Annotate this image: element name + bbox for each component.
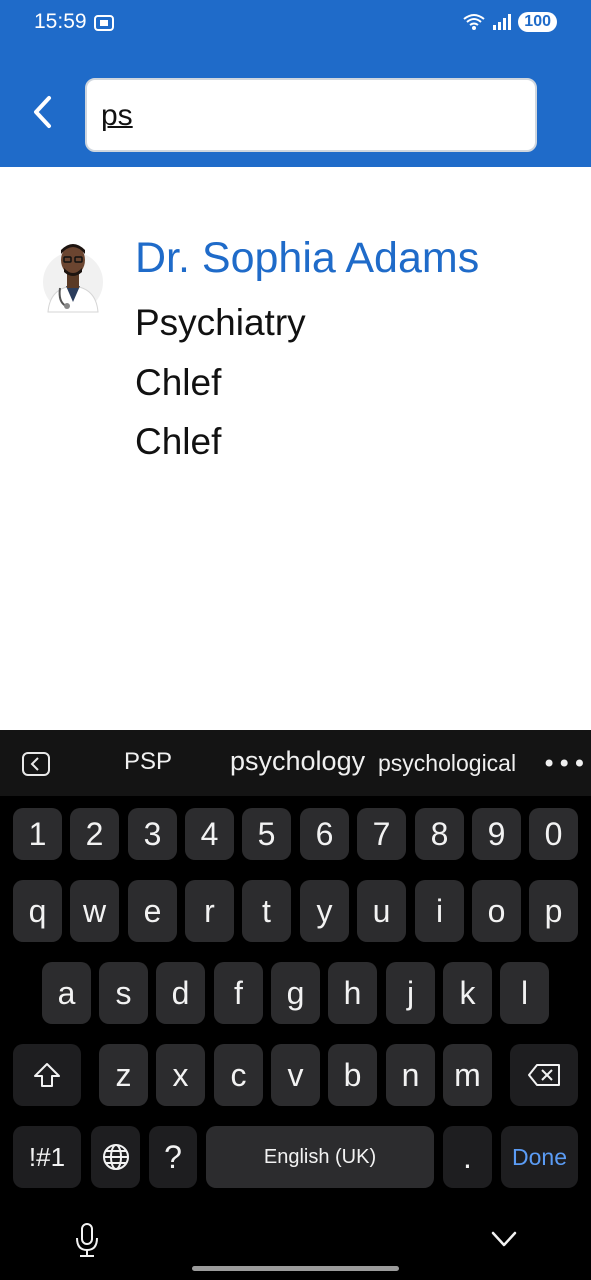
microphone-icon[interactable] bbox=[74, 1222, 100, 1258]
key-f[interactable]: f bbox=[214, 962, 263, 1024]
doctor-specialty: Psychiatry bbox=[135, 302, 306, 343]
status-time: 15:59 bbox=[34, 10, 87, 33]
key-q[interactable]: q bbox=[13, 880, 62, 942]
backspace-key[interactable] bbox=[510, 1044, 578, 1106]
search-input[interactable] bbox=[101, 94, 521, 138]
suggestion-2[interactable]: psychology bbox=[230, 746, 365, 777]
battery-indicator: 100 bbox=[518, 12, 557, 32]
shift-icon bbox=[34, 1063, 60, 1087]
key-h[interactable]: h bbox=[328, 962, 377, 1024]
key-b[interactable]: b bbox=[328, 1044, 377, 1106]
key-r[interactable]: r bbox=[185, 880, 234, 942]
doctor-avatar bbox=[43, 244, 103, 313]
key-6[interactable]: 6 bbox=[300, 808, 349, 860]
key-7[interactable]: 7 bbox=[357, 808, 406, 860]
key-m[interactable]: m bbox=[443, 1044, 492, 1106]
key-v[interactable]: v bbox=[271, 1044, 320, 1106]
key-t[interactable]: t bbox=[242, 880, 291, 942]
chevron-down-icon[interactable] bbox=[490, 1228, 518, 1250]
symbols-key[interactable]: !#1 bbox=[13, 1126, 81, 1188]
done-key[interactable]: Done bbox=[501, 1126, 578, 1188]
key-s[interactable]: s bbox=[99, 962, 148, 1024]
soft-keyboard: PSP psychology psychological ••• 1 2 3 4… bbox=[0, 730, 591, 1280]
doctor-location-secondary: Chlef bbox=[135, 421, 222, 462]
key-8[interactable]: 8 bbox=[415, 808, 464, 860]
key-2[interactable]: 2 bbox=[70, 808, 119, 860]
keyboard-toolbar-toggle-icon[interactable] bbox=[22, 752, 50, 776]
key-u[interactable]: u bbox=[357, 880, 406, 942]
home-indicator[interactable] bbox=[192, 1266, 399, 1271]
chevron-left-icon bbox=[34, 96, 51, 128]
search-box[interactable] bbox=[85, 78, 537, 152]
key-d[interactable]: d bbox=[156, 962, 205, 1024]
key-z[interactable]: z bbox=[99, 1044, 148, 1106]
wifi-icon bbox=[463, 14, 485, 30]
space-key[interactable]: English (UK) bbox=[206, 1126, 434, 1188]
key-w[interactable]: w bbox=[70, 880, 119, 942]
key-o[interactable]: o bbox=[472, 880, 521, 942]
key-x[interactable]: x bbox=[156, 1044, 205, 1106]
language-key[interactable] bbox=[91, 1126, 140, 1188]
suggestion-bar: PSP psychology psychological ••• bbox=[0, 730, 591, 796]
key-j[interactable]: j bbox=[386, 962, 435, 1024]
key-p[interactable]: p bbox=[529, 880, 578, 942]
key-4[interactable]: 4 bbox=[185, 808, 234, 860]
key-9[interactable]: 9 bbox=[472, 808, 521, 860]
key-n[interactable]: n bbox=[386, 1044, 435, 1106]
key-g[interactable]: g bbox=[271, 962, 320, 1024]
doctor-name[interactable]: Dr. Sophia Adams bbox=[135, 234, 479, 283]
key-i[interactable]: i bbox=[415, 880, 464, 942]
key-l[interactable]: l bbox=[500, 962, 549, 1024]
key-5[interactable]: 5 bbox=[242, 808, 291, 860]
shift-key[interactable] bbox=[13, 1044, 81, 1106]
key-e[interactable]: e bbox=[128, 880, 177, 942]
key-3[interactable]: 3 bbox=[128, 808, 177, 860]
doctor-location: Chlef bbox=[135, 362, 222, 403]
key-a[interactable]: a bbox=[42, 962, 91, 1024]
suggestion-3[interactable]: psychological bbox=[378, 750, 516, 777]
status-icons: 100 bbox=[462, 12, 557, 32]
back-button[interactable] bbox=[22, 92, 62, 132]
key-1[interactable]: 1 bbox=[13, 808, 62, 860]
period-key[interactable]: . bbox=[443, 1126, 492, 1188]
suggestion-1[interactable]: PSP bbox=[124, 748, 172, 776]
globe-icon bbox=[102, 1144, 129, 1170]
app-header: 15:59 100 bbox=[0, 0, 591, 167]
key-c[interactable]: c bbox=[214, 1044, 263, 1106]
doctor-result[interactable]: Dr. Sophia Adams Psychiatry Chlef Chlef bbox=[0, 230, 591, 480]
key-y[interactable]: y bbox=[300, 880, 349, 942]
backspace-icon bbox=[528, 1064, 560, 1086]
signal-icon bbox=[493, 14, 512, 30]
screenshot-icon bbox=[94, 15, 114, 31]
key-k[interactable]: k bbox=[443, 962, 492, 1024]
keyboard-bottom-bar bbox=[0, 1210, 591, 1280]
question-key[interactable]: ? bbox=[149, 1126, 197, 1188]
key-0[interactable]: 0 bbox=[529, 808, 578, 860]
more-icon[interactable]: ••• bbox=[542, 750, 587, 778]
